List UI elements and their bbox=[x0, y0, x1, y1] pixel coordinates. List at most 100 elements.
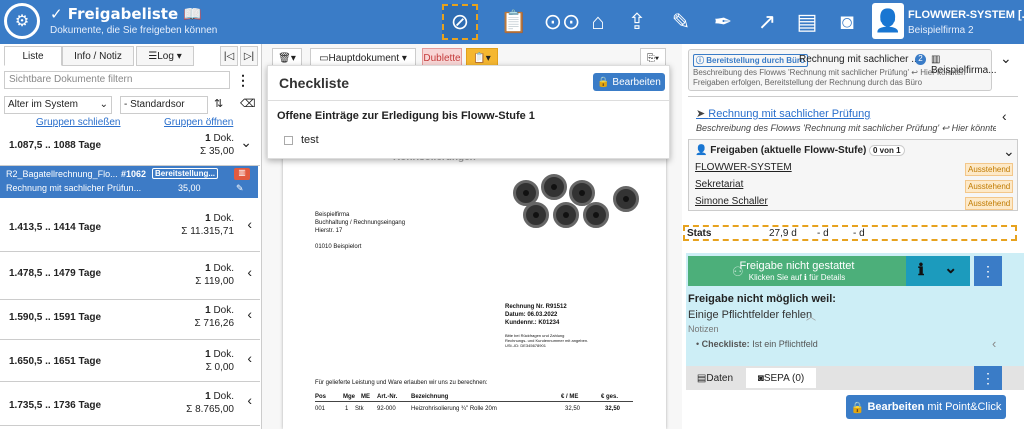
book-icon: 📖 bbox=[183, 5, 203, 23]
checklist-popup: Checkliste 🔒 Bearbeiten Offene Einträge … bbox=[267, 65, 670, 159]
edit-icon[interactable]: ✎ bbox=[663, 4, 699, 40]
flow-link[interactable]: ➤ Rechnung mit sachlicher Prüfung bbox=[696, 107, 870, 120]
chevron-down-icon[interactable]: ⌄ bbox=[240, 134, 252, 151]
recipient-address: Beispielfirma Buchhaltung / Rechnungsein… bbox=[315, 212, 406, 250]
user-avatar-icon: 👤 bbox=[872, 3, 904, 39]
file-icon: ▭ bbox=[319, 52, 329, 64]
approvals-box: 👤 Freigaben (aktuelle Floww-Stufe) 0 von… bbox=[688, 139, 1018, 211]
checklist-subtitle: Offene Einträge zur Erledigung bis Floww… bbox=[277, 110, 535, 122]
pipe-image bbox=[583, 202, 609, 228]
more-vertical-icon[interactable]: ⋮ bbox=[974, 256, 1002, 286]
chevron-down-icon: ⌄ bbox=[99, 99, 108, 110]
first-page-icon[interactable]: |◁ bbox=[220, 46, 238, 66]
chevron-left-icon[interactable]: ‹ bbox=[1002, 108, 1007, 124]
more-vertical-icon[interactable]: ⋮ bbox=[236, 72, 250, 89]
checklist-item: test bbox=[301, 134, 319, 146]
tab-list[interactable]: Liste bbox=[4, 46, 62, 66]
chevron-left-icon[interactable]: ‹ bbox=[247, 306, 252, 322]
chevron-left-icon[interactable]: ‹ bbox=[247, 264, 252, 280]
chevron-left-icon[interactable]: ‹ bbox=[992, 336, 996, 351]
page-title: ✓ Freigabeliste 📖 bbox=[50, 5, 203, 23]
step-count: 2 bbox=[915, 54, 926, 65]
chevron-down-icon[interactable]: ⌄ bbox=[1003, 143, 1015, 160]
approvals-count: 0 von 1 bbox=[869, 145, 905, 156]
more-vertical-icon[interactable]: ⋮ bbox=[974, 366, 1002, 390]
chart-icon[interactable]: ▤ bbox=[789, 4, 825, 40]
invoice-meta: Rechnung Nr. R91512 Datum: 06.03.2022 Ku… bbox=[505, 304, 567, 326]
note-icon[interactable]: ✎ bbox=[236, 183, 244, 194]
camera-icon[interactable]: ◙ bbox=[829, 4, 865, 40]
pipe-image bbox=[613, 186, 639, 212]
invoice-preview: Rohrisolierungen Beispielfirma Buchhaltu… bbox=[283, 116, 666, 429]
status-badge: Bereitstellung... bbox=[152, 168, 219, 179]
pipe-image bbox=[553, 202, 579, 228]
user-menu[interactable]: 👤 FLOWWER-SYSTEM [... Beispielfirma 2 bbox=[872, 3, 1024, 41]
status-badge: Ausstehend bbox=[965, 163, 1014, 176]
info-icon: ⓘ bbox=[696, 56, 707, 65]
status-badge: Ausstehend bbox=[965, 180, 1014, 193]
home-icon[interactable]: ⌂ bbox=[580, 4, 616, 40]
eraser-icon[interactable]: ⌫ bbox=[240, 97, 256, 110]
status-badge: Ausstehend bbox=[965, 197, 1014, 210]
invoice-hint: Bitte bei Rückfragen und Zahlung Rechnun… bbox=[505, 333, 589, 348]
binoculars-icon[interactable]: ⊙⊙ bbox=[544, 4, 581, 40]
release-info-box: Freigabe nicht möglich weil: Einige Pfli… bbox=[686, 290, 1024, 366]
list-group[interactable]: 1.413,5 .. 1414 Tage 1 Dok. Σ 11.315,71 ‹ bbox=[0, 200, 260, 252]
left-tabs: Liste Info / Notiz ☰ Log ▾ |◁ ▷| bbox=[0, 46, 262, 66]
chevron-down-icon: ⌄ bbox=[944, 260, 958, 277]
tab-sepa[interactable]: ◙ SEPA (0) bbox=[746, 368, 816, 388]
trash-icon[interactable]: ▥ bbox=[234, 168, 250, 180]
release-button[interactable]: ⚇ Freigabe nicht gestattet Klicken Sie a… bbox=[688, 256, 906, 286]
checklist-title: Checkliste bbox=[279, 75, 350, 91]
clipboard-icon: 📋▾ bbox=[473, 52, 491, 64]
note-item: • Checkliste: Ist ein Pflichtfeld bbox=[696, 339, 818, 349]
pipe-image bbox=[541, 174, 567, 200]
list-icon: ☰ bbox=[148, 50, 158, 62]
sort-direction-select[interactable]: - Standardsor bbox=[120, 96, 208, 114]
no-access-icon[interactable]: ⊘ bbox=[442, 4, 478, 40]
flow-summary[interactable]: ⓘ Bereitstellung durch Büro Rechnung mit… bbox=[688, 49, 997, 91]
list-group[interactable]: 1.650,5 .. 1651 Tage 1 Dok. Σ 0,00 ‹ bbox=[0, 340, 260, 382]
building-icon: ▥ bbox=[931, 54, 941, 65]
chevron-down-icon[interactable]: ⌄ bbox=[1000, 50, 1012, 67]
check-pencil-icon: ✓ bbox=[50, 5, 68, 23]
tab-log[interactable]: ☰ Log ▾ bbox=[136, 46, 194, 66]
upload-icon[interactable]: ⇪ bbox=[619, 4, 655, 40]
user-company: Beispielfirma 2 bbox=[908, 25, 974, 36]
list-group[interactable]: 1.735,5 .. 1736 Tage 1 Dok. Σ 8.765,00 ‹ bbox=[0, 382, 260, 426]
list-group[interactable]: 1.087,5 .. 1088 Tage 1 Dok. Σ 35,00 ⌄ bbox=[0, 128, 260, 166]
list-item[interactable]: R2_Bagatellrechnung_Flo... #1062 Bereits… bbox=[0, 166, 258, 198]
stats-row: Stats 27,9 d - d - d bbox=[683, 225, 1017, 241]
invoice-table-header: Pos Mge ME Art.-Nr. Bezeichnung € / ME €… bbox=[315, 393, 633, 402]
send-icon: ➤ bbox=[696, 108, 709, 120]
pipe-image bbox=[523, 202, 549, 228]
chevron-up-icon[interactable]: ︿ bbox=[806, 308, 816, 323]
edit-point-click-button[interactable]: 🔒 Bearbeiten mit Point&Click bbox=[846, 395, 1006, 419]
pen-icon[interactable]: ✒ bbox=[705, 4, 741, 40]
list-group[interactable]: 1.478,5 .. 1479 Tage 1 Dok. Σ 119,00 ‹ bbox=[0, 252, 260, 300]
clipboard-icon[interactable]: 📋 bbox=[496, 4, 532, 40]
checklist-checkbox[interactable] bbox=[284, 136, 293, 145]
lock-icon: 🔒 bbox=[850, 401, 868, 414]
expand-groups-link[interactable]: Gruppen öffnen bbox=[164, 117, 233, 128]
sort-select[interactable]: Alter im System ⌄ bbox=[4, 96, 112, 114]
app-logo[interactable]: ⚙ bbox=[4, 3, 40, 39]
status-badge: ⓘ Bereitstellung durch Büro bbox=[693, 54, 808, 67]
user-name: FLOWWER-SYSTEM [... bbox=[908, 9, 1024, 21]
info-dropdown-button[interactable]: ℹ ⌄ bbox=[906, 256, 970, 286]
tab-daten[interactable]: ▤ Daten bbox=[686, 368, 744, 388]
tab-info[interactable]: Info / Notiz bbox=[62, 46, 134, 66]
checklist-edit-button[interactable]: 🔒 Bearbeiten bbox=[593, 73, 665, 91]
collapse-groups-link[interactable]: Gruppen schließen bbox=[36, 117, 121, 128]
page-subtitle: Dokumente, die Sie freigeben können bbox=[50, 25, 218, 36]
last-page-icon[interactable]: ▷| bbox=[240, 46, 258, 66]
chevron-left-icon[interactable]: ‹ bbox=[247, 392, 252, 408]
sort-icon[interactable]: ⇅ bbox=[214, 97, 223, 110]
list-group[interactable]: 1.590,5 .. 1591 Tage 1 Dok. Σ 716,26 ‹ bbox=[0, 300, 260, 340]
user-icon: 👤 bbox=[695, 145, 711, 156]
chevron-left-icon[interactable]: ‹ bbox=[247, 216, 252, 232]
detail-panel: ⓘ Bereitstellung durch Büro Rechnung mit… bbox=[682, 44, 1024, 429]
trend-up-icon[interactable]: ↗ bbox=[749, 4, 785, 40]
chevron-left-icon[interactable]: ‹ bbox=[247, 350, 252, 366]
filter-input[interactable]: Sichtbare Dokumente filtern bbox=[4, 71, 230, 89]
